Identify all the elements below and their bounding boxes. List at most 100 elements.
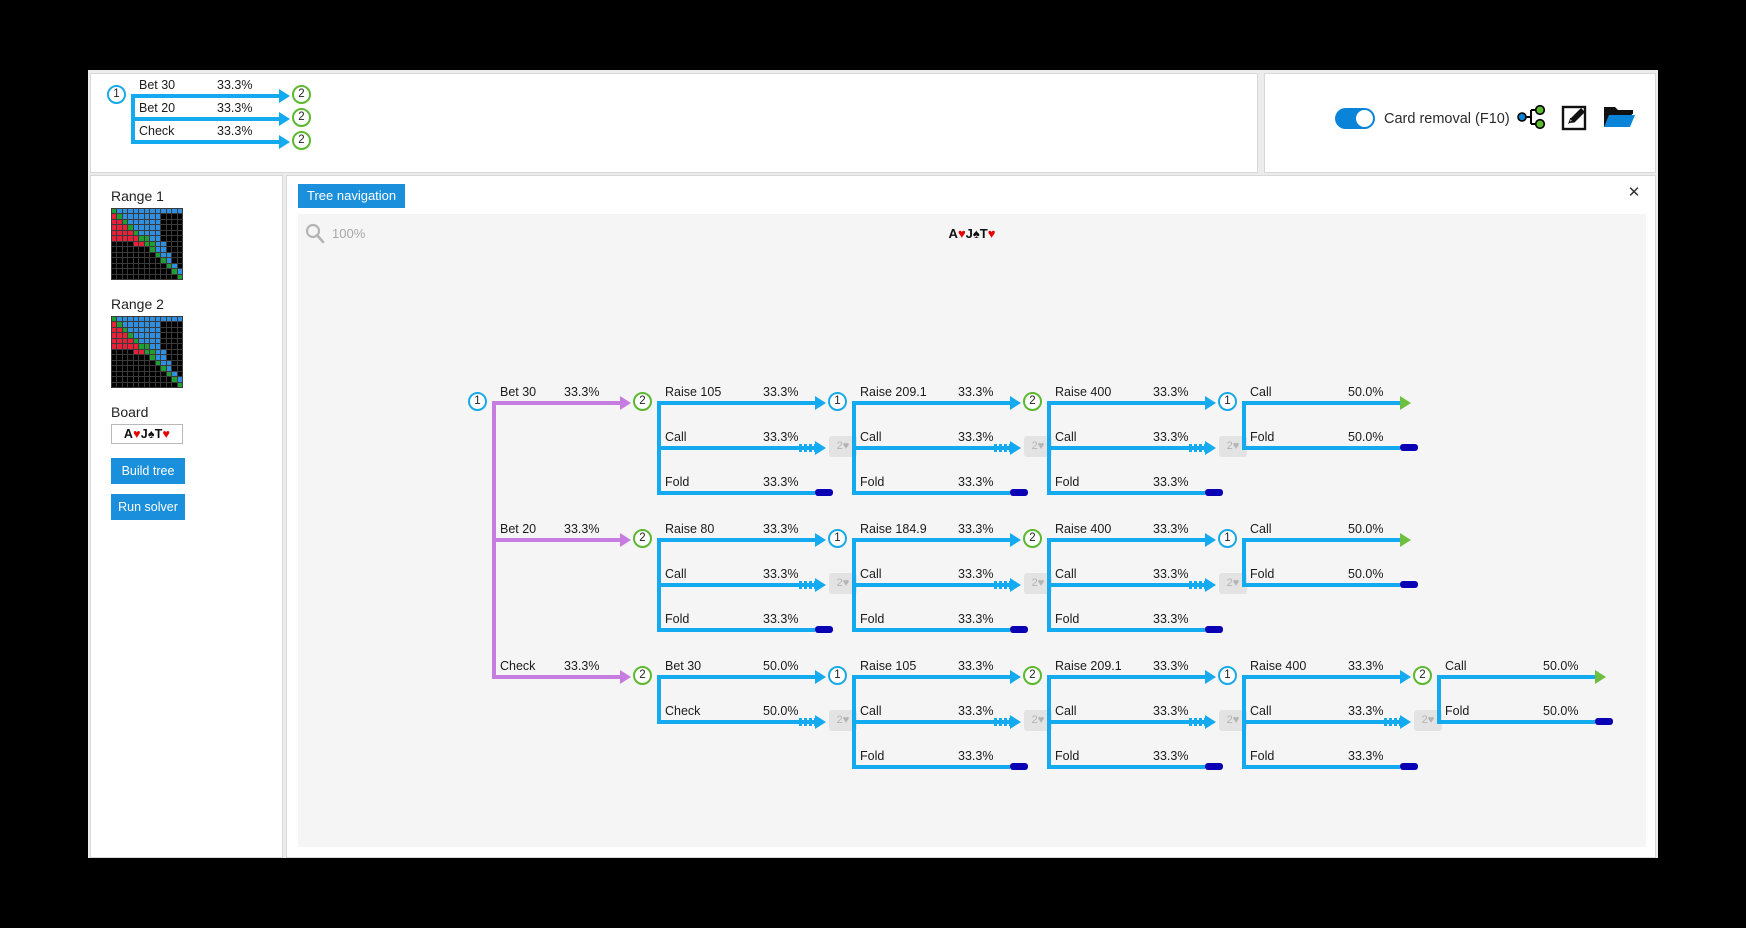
range-cell[interactable] <box>144 274 150 279</box>
range-cell[interactable] <box>133 371 139 377</box>
range-cell[interactable] <box>144 360 150 366</box>
range-cell[interactable] <box>155 214 161 219</box>
card-removal-toggle-group[interactable]: Card removal (F10) <box>1335 108 1510 129</box>
range-cell[interactable] <box>144 317 150 322</box>
range-cell[interactable] <box>133 209 139 214</box>
range-cell[interactable] <box>144 371 150 377</box>
range-cell[interactable] <box>128 349 133 355</box>
range-cell[interactable] <box>112 366 117 371</box>
range-cell[interactable] <box>139 360 144 366</box>
range-cell[interactable] <box>122 366 128 371</box>
range-cell[interactable] <box>122 241 128 247</box>
range-cell[interactable] <box>117 241 122 247</box>
range-cell[interactable] <box>161 230 166 236</box>
range-cell[interactable] <box>166 317 172 322</box>
range-cell[interactable] <box>177 269 182 274</box>
range-cell[interactable] <box>133 333 139 338</box>
range-cell[interactable] <box>155 349 161 355</box>
range-cell[interactable] <box>177 317 182 322</box>
range-cell[interactable] <box>128 360 133 366</box>
tree-action-edge[interactable] <box>657 401 815 405</box>
range-cell[interactable] <box>172 263 177 269</box>
range-cell[interactable] <box>155 338 161 344</box>
range-cell[interactable] <box>166 247 172 252</box>
range-cell[interactable] <box>166 274 172 279</box>
range-cell[interactable] <box>122 360 128 366</box>
range-cell[interactable] <box>177 382 182 387</box>
range-cell[interactable] <box>166 366 172 371</box>
range-cell[interactable] <box>112 209 117 214</box>
range-cell[interactable] <box>128 377 133 382</box>
range-cell[interactable] <box>177 214 182 219</box>
range-cell[interactable] <box>177 274 182 279</box>
range-cell[interactable] <box>172 258 177 263</box>
range-cell[interactable] <box>117 338 122 344</box>
range-cell[interactable] <box>177 225 182 230</box>
range-cell[interactable] <box>112 236 117 241</box>
range-cell[interactable] <box>155 322 161 327</box>
range-cell[interactable] <box>155 360 161 366</box>
range-cell[interactable] <box>128 219 133 225</box>
range-cell[interactable] <box>161 327 166 333</box>
range-cell[interactable] <box>128 317 133 322</box>
range-cell[interactable] <box>166 225 172 230</box>
range-cell[interactable] <box>122 225 128 230</box>
range-cell[interactable] <box>144 241 150 247</box>
range-cell[interactable] <box>139 333 144 338</box>
range-cell[interactable] <box>177 241 182 247</box>
range-cell[interactable] <box>172 360 177 366</box>
range-cell[interactable] <box>155 317 161 322</box>
range-cell[interactable] <box>117 360 122 366</box>
range-cell[interactable] <box>117 377 122 382</box>
range-cell[interactable] <box>161 344 166 349</box>
range-cell[interactable] <box>155 263 161 269</box>
tree-node-player1[interactable]: 1 <box>1218 529 1237 548</box>
range-cell[interactable] <box>112 263 117 269</box>
range-cell[interactable] <box>177 333 182 338</box>
tree-action-edge[interactable] <box>852 538 1010 542</box>
tree-action-edge[interactable] <box>852 401 1010 405</box>
range-cell[interactable] <box>155 269 161 274</box>
range-cell[interactable] <box>128 344 133 349</box>
tree-node-player1[interactable]: 1 <box>1218 666 1237 685</box>
range-cell[interactable] <box>177 371 182 377</box>
range-cell[interactable] <box>112 377 117 382</box>
range-cell[interactable] <box>150 360 155 366</box>
range-cell[interactable] <box>117 322 122 327</box>
board-input[interactable]: A ♥ J♠T ♥ <box>111 424 183 444</box>
range-cell[interactable] <box>139 258 144 263</box>
tree-action-edge[interactable] <box>852 491 1010 495</box>
range-cell[interactable] <box>144 338 150 344</box>
range-cell[interactable] <box>150 269 155 274</box>
range-cell[interactable] <box>155 327 161 333</box>
range-cell[interactable] <box>128 322 133 327</box>
range-cell[interactable] <box>166 209 172 214</box>
range-cell[interactable] <box>122 327 128 333</box>
tree-action-edge[interactable] <box>1242 765 1400 769</box>
range-cell[interactable] <box>177 322 182 327</box>
range-cell[interactable] <box>128 214 133 219</box>
range-cell[interactable] <box>150 333 155 338</box>
range-cell[interactable] <box>117 344 122 349</box>
range-cell[interactable] <box>117 274 122 279</box>
range-cell[interactable] <box>177 349 182 355</box>
range-cell[interactable] <box>161 219 166 225</box>
range-cell[interactable] <box>172 225 177 230</box>
range-cell[interactable] <box>122 214 128 219</box>
range-cell[interactable] <box>117 236 122 241</box>
range-cell[interactable] <box>172 214 177 219</box>
range-cell[interactable] <box>128 371 133 377</box>
range-cell[interactable] <box>144 355 150 360</box>
range-cell[interactable] <box>122 219 128 225</box>
tree-node-player2[interactable]: 2 <box>633 392 652 411</box>
range-cell[interactable] <box>133 366 139 371</box>
range-cell[interactable] <box>117 258 122 263</box>
close-icon[interactable]: ✕ <box>1625 184 1643 202</box>
range-cell[interactable] <box>155 377 161 382</box>
range-cell[interactable] <box>133 377 139 382</box>
range-cell[interactable] <box>117 333 122 338</box>
range-cell[interactable] <box>139 366 144 371</box>
mini-tree-node[interactable]: 2 <box>292 85 311 104</box>
range-cell[interactable] <box>161 360 166 366</box>
mini-tree-edge[interactable] <box>131 140 279 144</box>
